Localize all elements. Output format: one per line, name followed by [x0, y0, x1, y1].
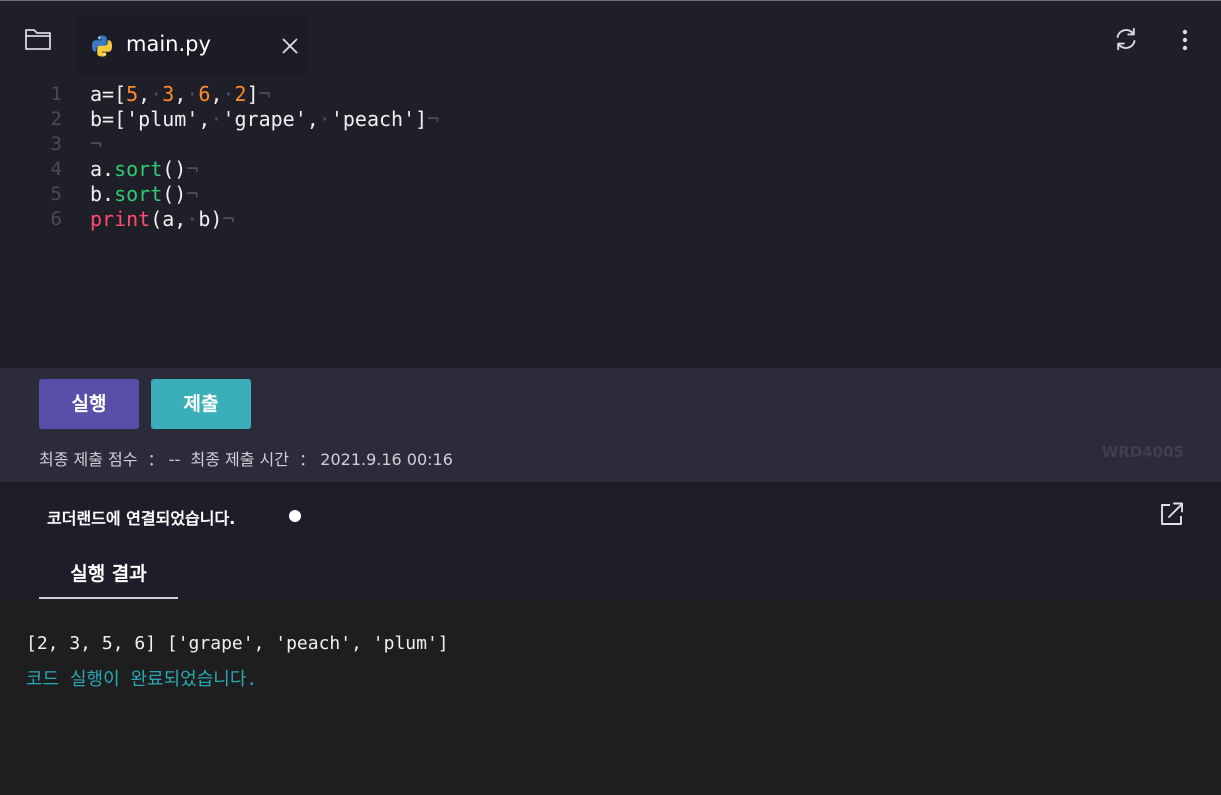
code-token: ·: [318, 107, 331, 131]
code-token: ·: [186, 207, 199, 231]
code-token: a=[: [90, 82, 127, 106]
code-line[interactable]: 6 print(a,·b)¬: [0, 207, 1221, 232]
code-token: (): [162, 157, 187, 181]
time-separator: ：: [299, 450, 316, 469]
code-line[interactable]: 3 ¬: [0, 132, 1221, 157]
code-text: ¬: [90, 132, 102, 157]
code-token: b.: [90, 182, 115, 206]
connection-indicator: [289, 510, 301, 522]
line-number: 2: [50, 108, 62, 130]
code-token: a.: [90, 157, 115, 181]
console-output-line: [2, 3, 5, 6] ['grape', 'peach', 'plum']: [26, 633, 449, 654]
code-token: 'grape',: [222, 107, 319, 131]
close-icon[interactable]: [279, 35, 301, 57]
console-done-message: 코드 실행이 완료되었습니다.: [26, 669, 258, 690]
tab-run-result[interactable]: 실행 결과: [39, 554, 178, 599]
action-panel: 실행 제출 최종 제출 점수 ： -- 최종 제출 시간 ： 2021.9.16…: [0, 368, 1221, 482]
line-number: 3: [50, 133, 62, 155]
output-console: [2, 3, 5, 6] ['grape', 'peach', 'plum'] …: [0, 600, 1221, 795]
code-line[interactable]: 1 a=[5,·3,·6,·2]¬: [0, 82, 1221, 107]
code-token: 6: [198, 82, 211, 106]
tab-filename: main.py: [126, 32, 211, 56]
code-token: ¬: [90, 132, 103, 156]
code-token: ¬: [186, 157, 199, 181]
code-token: ,: [138, 82, 151, 106]
line-number: 6: [50, 208, 62, 230]
line-number: 4: [50, 158, 62, 180]
code-line[interactable]: 4 a.sort()¬: [0, 157, 1221, 182]
code-token: (a,: [150, 207, 187, 231]
status-bar: 코더랜드에 연결되었습니다. 실행 결과: [0, 482, 1221, 600]
time-value: 2021.9.16 00:16: [320, 450, 453, 469]
code-token: print: [90, 207, 151, 231]
line-number: 1: [50, 83, 62, 105]
code-token: sort: [114, 157, 163, 181]
code-token: sort: [114, 182, 163, 206]
code-token: 3: [162, 82, 175, 106]
score-value: --: [168, 450, 181, 469]
score-label: 최종 제출 점수: [39, 450, 138, 469]
code-text: a.sort()¬: [90, 157, 198, 182]
code-token: ·: [186, 82, 199, 106]
code-token: ¬: [222, 207, 235, 231]
code-token: b): [198, 207, 223, 231]
problem-code-id: WRD4005: [1101, 443, 1184, 461]
code-text: a=[5,·3,·6,·2]¬: [90, 82, 271, 107]
more-vertical-icon[interactable]: [1175, 27, 1195, 53]
code-token: 'peach']: [330, 107, 428, 131]
line-number: 5: [50, 183, 62, 205]
connection-status: 코더랜드에 연결되었습니다.: [47, 509, 236, 528]
code-token: ·: [222, 82, 235, 106]
code-token: (): [162, 182, 187, 206]
run-button[interactable]: 실행: [39, 379, 139, 429]
code-token: ·: [210, 107, 223, 131]
code-token: b=['plum',: [90, 107, 211, 131]
code-token: ·: [150, 82, 163, 106]
submit-button[interactable]: 제출: [151, 379, 251, 429]
code-text: print(a,·b)¬: [90, 207, 235, 232]
code-token: ¬: [427, 107, 440, 131]
code-text: b.sort()¬: [90, 182, 198, 207]
refresh-icon[interactable]: [1113, 26, 1139, 52]
code-token: 5: [126, 82, 139, 106]
python-icon: [90, 34, 114, 58]
code-text: b=['plum',·'grape',·'peach']¬: [90, 107, 439, 132]
submission-info: 최종 제출 점수 ： -- 최종 제출 시간 ： 2021.9.16 00:16: [39, 446, 453, 470]
code-token: 2: [234, 82, 247, 106]
folder-icon[interactable]: [24, 25, 52, 53]
time-label: 최종 제출 시간: [190, 450, 290, 469]
tab-main-py[interactable]: main.py: [77, 15, 309, 77]
code-line[interactable]: 2 b=['plum',·'grape',·'peach']¬: [0, 107, 1221, 132]
code-token: ,: [210, 82, 223, 106]
code-line[interactable]: 5 b.sort()¬: [0, 182, 1221, 207]
score-separator: ：: [147, 450, 164, 469]
code-token: ¬: [186, 182, 199, 206]
code-editor[interactable]: 1 a=[5,·3,·6,·2]¬ 2 b=['plum',·'grape',·'pe…: [0, 76, 1221, 368]
code-token: ]: [246, 82, 259, 106]
code-token: ¬: [258, 82, 271, 106]
external-link-icon[interactable]: [1157, 500, 1185, 528]
editor-toolbar: main.py: [0, 0, 1221, 77]
code-token: ,: [174, 82, 187, 106]
